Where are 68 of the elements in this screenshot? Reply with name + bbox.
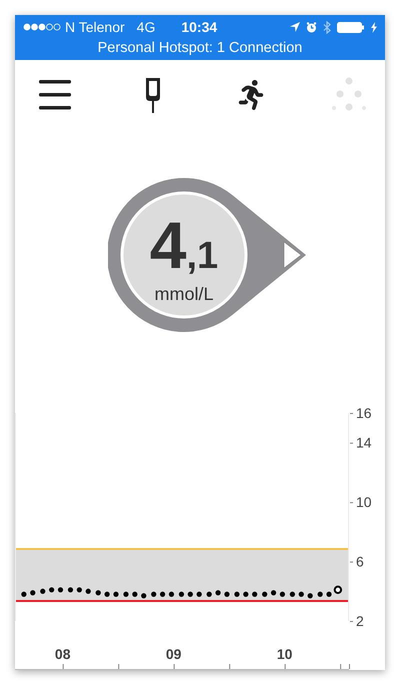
data-point	[40, 588, 46, 594]
data-point	[326, 592, 332, 597]
data-point	[178, 592, 184, 597]
data-point	[21, 592, 26, 597]
y-axis-label: 16	[356, 405, 372, 421]
y-axis-label: 6	[356, 554, 364, 570]
data-point	[318, 592, 323, 597]
tick-mark	[350, 621, 353, 622]
signal-icon	[23, 23, 61, 31]
data-point	[123, 592, 129, 597]
y-axis-label: 10	[356, 494, 372, 510]
tick-mark	[349, 664, 350, 669]
current-reading-point	[334, 586, 342, 594]
x-axis-label: 10	[276, 646, 292, 662]
tick-mark	[350, 442, 353, 444]
x-axis-label: 08	[54, 646, 70, 662]
data-point	[270, 590, 276, 596]
data-point	[252, 592, 258, 597]
data-point	[206, 592, 212, 597]
data-point	[243, 592, 248, 597]
tick-mark	[350, 413, 353, 414]
tick-mark	[350, 502, 353, 504]
tick-mark	[350, 562, 353, 563]
tick-mark	[118, 664, 120, 669]
data-point	[30, 590, 36, 596]
tick-mark	[62, 664, 64, 669]
data-point	[160, 592, 166, 597]
trend-arrow-icon	[284, 242, 302, 268]
data-point	[224, 592, 230, 597]
data-point	[308, 593, 313, 598]
data-point	[113, 592, 119, 597]
carrier-name: N Telenor	[65, 19, 125, 35]
network-type: 4G	[136, 19, 156, 35]
data-point	[141, 593, 146, 598]
data-point	[49, 587, 54, 592]
bluetooth-icon	[323, 20, 331, 34]
data-point	[262, 592, 268, 597]
battery-icon	[337, 22, 365, 32]
data-point	[188, 592, 193, 597]
data-point	[58, 587, 64, 592]
y-axis-label: 14	[356, 434, 372, 451]
tick-mark	[284, 664, 286, 669]
data-point	[298, 592, 304, 597]
data-point	[151, 592, 156, 597]
unit-label: mmol/L	[154, 284, 214, 304]
data-point	[196, 592, 202, 597]
tick-mark	[340, 664, 342, 669]
glucose-reading: 4,1	[150, 212, 218, 278]
data-point	[76, 587, 82, 592]
data-point	[280, 592, 286, 597]
data-point	[215, 590, 221, 596]
data-point	[168, 592, 174, 597]
data-point	[96, 590, 101, 596]
clock-time: 10:34	[181, 19, 218, 35]
data-point	[132, 592, 138, 597]
data-point	[86, 588, 91, 594]
data-point	[68, 587, 74, 592]
y-axis-label: 2	[356, 613, 364, 629]
data-point	[104, 592, 110, 597]
charging-icon	[371, 22, 377, 32]
tick-mark	[229, 664, 230, 669]
tick-mark	[174, 664, 175, 669]
data-point	[234, 592, 240, 597]
hotspot-label: Personal Hotspot: 1 Connection	[96, 39, 304, 58]
x-axis-label: 09	[166, 646, 182, 662]
data-point	[290, 592, 295, 597]
location-icon	[290, 22, 300, 32]
alarm-icon	[306, 22, 317, 32]
